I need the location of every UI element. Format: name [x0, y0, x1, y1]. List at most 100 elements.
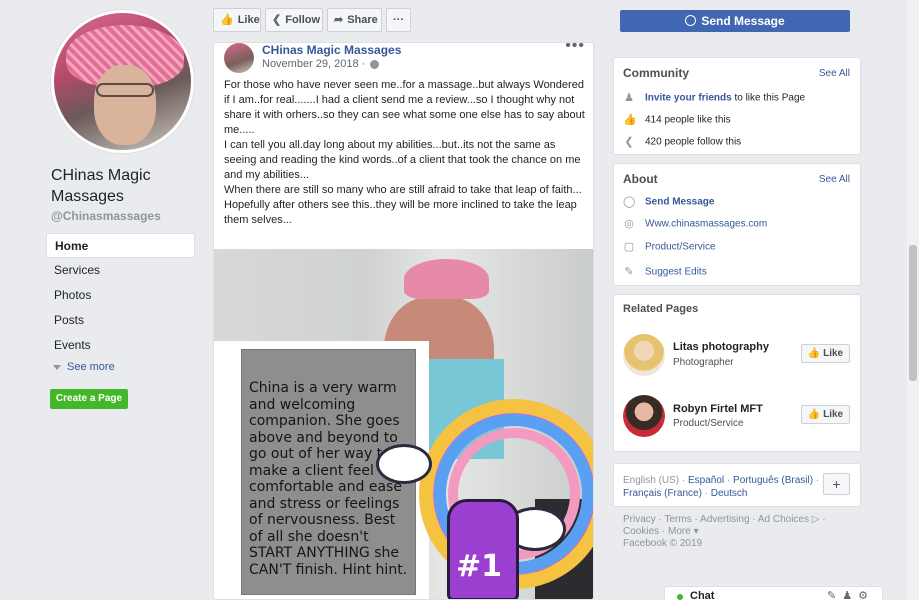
about-message-row: ◯ Send Message [623, 196, 714, 208]
nav-item-home[interactable]: Home [46, 233, 195, 258]
language-link-de[interactable]: Deutsch [711, 488, 748, 499]
heart-icon [220, 415, 234, 427]
post-author-name[interactable]: CHinas Magic Massages [262, 43, 401, 57]
scrollbar-thumb[interactable] [909, 245, 917, 381]
heart-icon [220, 553, 234, 565]
gear-icon[interactable]: ⚙ [858, 590, 874, 600]
about-website-row: ◎ Www.chinasmassages.com [623, 218, 767, 230]
community-see-all[interactable]: See All [819, 68, 850, 79]
footer-copyright: Facebook © 2019 [623, 538, 703, 549]
nav-item-events[interactable]: Events [46, 333, 195, 358]
category-link[interactable]: Product/Service [645, 242, 716, 253]
heart-icon [220, 461, 234, 473]
post-date[interactable]: November 29, 2018 · [262, 58, 380, 70]
nav-item-photos[interactable]: Photos [46, 283, 195, 308]
nav-item-posts[interactable]: Posts [46, 308, 195, 333]
footer-links: Privacy · Terms · Advertising · Ad Choic… [623, 514, 853, 550]
messenger-icon [685, 15, 697, 26]
language-link-pt[interactable]: Português (Brasil) [733, 475, 813, 486]
chat-label: Chat [690, 590, 715, 600]
post-date-text: November 29, 2018 · [262, 58, 366, 70]
follow-label: Follow [285, 14, 321, 26]
related-pages-title: Related Pages [623, 303, 699, 315]
cloud-sticker [376, 444, 432, 484]
send-message-button[interactable]: Send Message [620, 10, 850, 32]
add-language-button[interactable]: + [823, 473, 850, 495]
about-suggest-row: ✎ Suggest Edits [623, 266, 707, 278]
post-author-avatar[interactable] [224, 43, 254, 73]
post-options-menu[interactable]: ••• [565, 43, 585, 55]
follows-count: 420 people follow this [645, 136, 742, 148]
community-likes-row: 👍 414 people like this [623, 114, 731, 126]
group-icon[interactable]: ♟ [842, 590, 858, 600]
post-photo[interactable]: China is a very warm and welcoming compa… [214, 249, 593, 599]
about-see-all[interactable]: See All [819, 174, 850, 185]
more-options-button[interactable]: ··· [386, 8, 411, 32]
community-follows-row: ❮ 420 people follow this [623, 136, 741, 148]
likes-count: 414 people like this [645, 114, 731, 126]
related-page-avatar[interactable] [623, 334, 665, 376]
see-more-label: See more [67, 361, 115, 373]
post-paragraph: I can tell you all.day long about my abi… [224, 139, 581, 181]
website-link[interactable]: Www.chinasmassages.com [645, 219, 767, 230]
footer-line[interactable]: Privacy · Terms · Advertising · Ad Choic… [623, 514, 853, 526]
share-button[interactable]: ➦ Share [327, 8, 382, 32]
post-paragraph: Hopefully after others see this..they wi… [224, 199, 577, 226]
heart-icon [220, 507, 234, 519]
photo-hat-shape [404, 259, 489, 299]
pencil-icon: ✎ [624, 266, 634, 278]
share-arrow-icon: ➦ [334, 14, 344, 26]
related-page-like-button[interactable]: 👍 Like [801, 405, 850, 424]
community-title: Community [623, 66, 689, 80]
community-invite-row: ♟ Invite your friends to like this Page [623, 92, 805, 104]
language-link-es[interactable]: Español [688, 475, 724, 486]
related-pages-card: Related Pages Litas photography Photogra… [613, 294, 861, 452]
page-title[interactable]: CHinas Magic Massages [51, 165, 201, 207]
language-card: English (US) · Español · Português (Bras… [613, 463, 861, 507]
like-button[interactable]: 👍 Like [213, 8, 261, 32]
chat-controls: ✎♟⚙ [827, 589, 874, 600]
invite-friends-link[interactable]: Invite your friends [645, 93, 732, 104]
post-card: CHinas Magic Massages November 29, 2018 … [213, 42, 594, 600]
send-message-label: Send Message [701, 14, 785, 28]
post-body: For those who have never seen me..for a … [224, 78, 589, 228]
post-paragraph: For those who have never seen me..for a … [224, 79, 585, 136]
related-page-name[interactable]: Litas photography [673, 341, 769, 353]
language-link-fr[interactable]: Français (France) [623, 488, 702, 499]
chat-sidebar-bar[interactable]: Chat ✎♟⚙ [664, 586, 883, 600]
current-language: English (US) · [623, 475, 689, 486]
related-page-category: Product/Service [673, 418, 744, 429]
profile-glasses-shape [96, 83, 154, 97]
messenger-icon: ◯ [623, 196, 636, 208]
related-page-avatar[interactable] [623, 395, 665, 437]
heart-icon [220, 369, 234, 381]
related-page-like-button[interactable]: 👍 Like [801, 344, 850, 363]
suggest-edits-link[interactable]: Suggest Edits [645, 267, 707, 278]
footer-line[interactable]: Cookies · More ▾ [623, 526, 853, 538]
invite-rest-text: to like this Page [731, 92, 806, 104]
profile-face-shape [94, 65, 156, 145]
language-list: English (US) · Español · Português (Bras… [623, 475, 820, 499]
globe-icon: ◎ [624, 218, 634, 230]
thumbs-up-icon: 👍 [807, 409, 824, 420]
thumbs-up-icon: 👍 [807, 348, 824, 359]
rss-icon: ❮ [272, 14, 282, 26]
add-friend-icon: ♟ [624, 92, 634, 104]
follow-button[interactable]: ❮ Follow [265, 8, 323, 32]
about-send-message-link[interactable]: Send Message [645, 197, 714, 208]
page-handle[interactable]: @Chinasmassages [51, 209, 161, 223]
about-category-row: ▢ Product/Service [623, 241, 716, 253]
thumbs-up-icon: 👍 [623, 114, 637, 126]
like-label: Like [237, 14, 260, 26]
page-scrollbar[interactable] [907, 0, 919, 600]
create-page-button[interactable]: Create a Page [50, 389, 128, 409]
rss-icon: ❮ [624, 136, 634, 148]
tag-icon: ▢ [623, 241, 635, 253]
profile-picture[interactable] [51, 10, 194, 153]
related-page-name[interactable]: Robyn Firtel MFT [673, 403, 763, 415]
nav-item-services[interactable]: Services [46, 258, 195, 283]
thumbs-up-icon: 👍 [220, 14, 234, 26]
see-more-link[interactable]: See more [53, 361, 115, 373]
compose-icon[interactable]: ✎ [827, 590, 842, 600]
about-title: About [623, 172, 658, 186]
